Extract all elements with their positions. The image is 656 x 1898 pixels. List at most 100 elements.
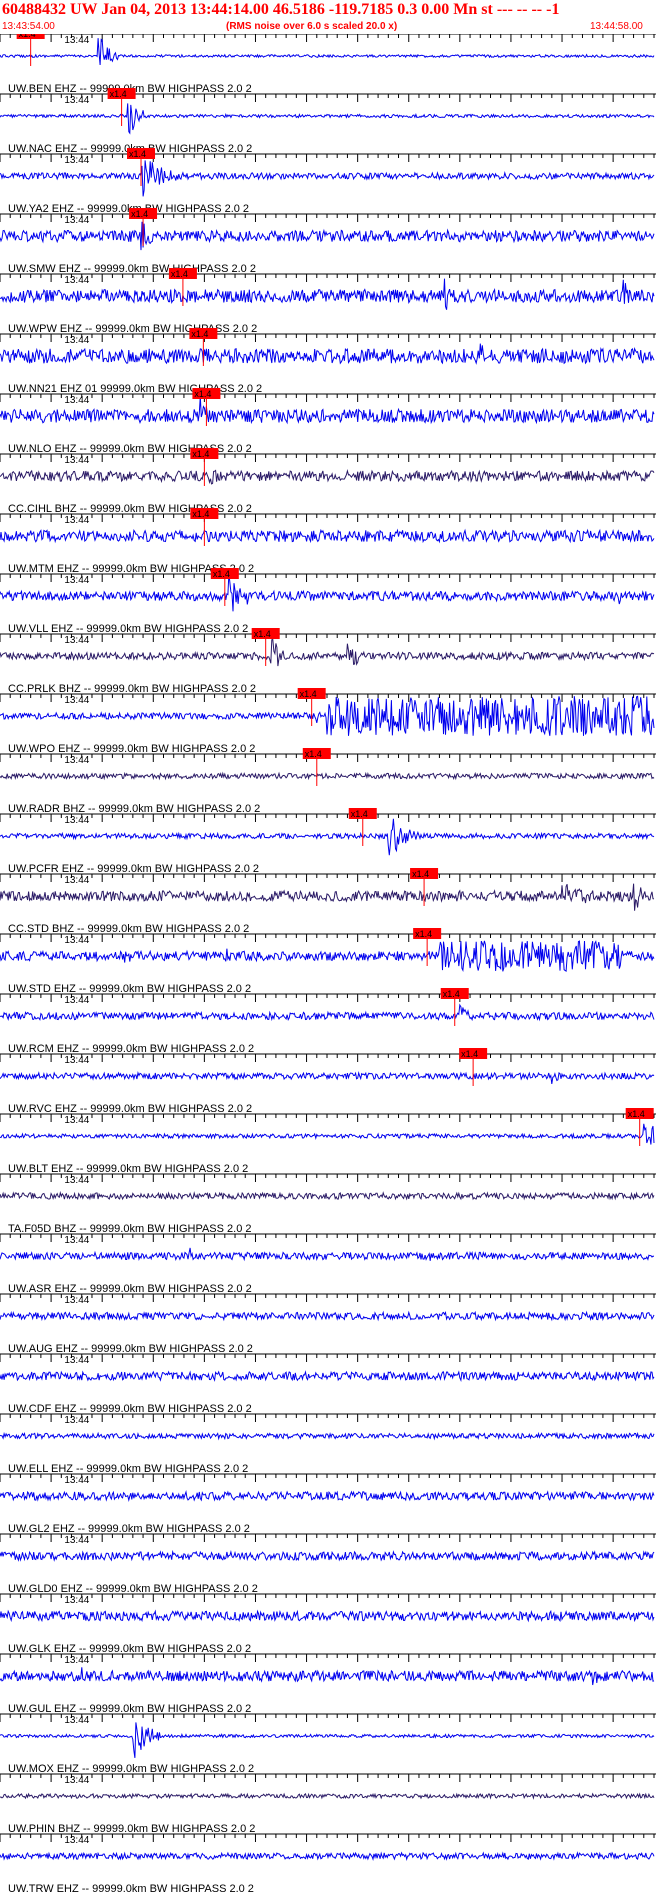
trace-3-station-label: UW.SMW EHZ -- 99999.0km BW HIGHPASS 2.0 … [8,263,256,275]
noise-note: (RMS noise over 6.0 s scaled 20.0 x) [226,21,398,32]
trace-17-time-label: 13:44 [64,1055,89,1066]
trace-25-waveform [0,1549,655,1562]
seismogram-plot: 13:44x1.4UW.BEN EHZ -- 99999.0km BW HIGH… [0,34,656,1895]
trace-8-waveform [0,528,655,544]
trace-15-time-label: 13:44 [64,935,89,946]
trace-9-pick-label: x1.4 [213,569,230,579]
trace-26-station-label: UW.GLK EHZ -- 99999.0km BW HIGHPASS 2.0 … [8,1643,251,1655]
trace-30-waveform [0,1851,655,1861]
trace-19-station-label: TA.F05D BHZ -- 99999.0km BW HIGHPASS 2.0… [8,1223,252,1235]
trace-5-station-label: UW.NN21 EHZ 01 99999.0km BW HIGHPASS 2.0… [8,383,262,395]
trace-13-station-label: UW.PCFR EHZ -- 99999.0km BW HIGHPASS 2.0… [8,863,259,875]
trace-21-station-label: UW.AUG EHZ -- 99999.0km BW HIGHPASS 2.0 … [8,1343,253,1355]
trace-20-time-label: 13:44 [64,1235,89,1246]
trace-14-station-label: CC.STD BHZ -- 99999.0km BW HIGHPASS 2.0 … [8,923,249,935]
trace-3-waveform [0,221,655,251]
trace-29-time-label: 13:44 [64,1775,89,1786]
trace-18-time-label: 13:44 [64,1115,89,1126]
trace-15-waveform [0,940,655,972]
trace-14-time-label: 13:44 [64,875,89,886]
trace-9-time-label: 13:44 [64,575,89,586]
trace-22-waveform [0,1370,655,1383]
trace-3-time-label: 13:44 [64,215,89,226]
trace-20-station-label: UW.ASR EHZ -- 99999.0km BW HIGHPASS 2.0 … [8,1283,252,1295]
trace-26-time-label: 13:44 [64,1595,89,1606]
start-time: 13:43:54.00 [2,21,55,32]
trace-9-waveform [0,573,655,612]
trace-22-time-label: 13:44 [64,1355,89,1366]
trace-18-waveform [0,1123,655,1145]
trace-19-time-label: 13:44 [64,1175,89,1186]
trace-5-waveform [0,343,655,365]
trace-4-time-label: 13:44 [64,275,89,286]
trace-29-waveform [0,1792,655,1800]
trace-13-time-label: 13:44 [64,815,89,826]
trace-6-waveform [0,395,655,425]
trace-16-time-label: 13:44 [64,995,89,1006]
trace-19-waveform [0,1190,655,1201]
trace-21-waveform [0,1310,655,1322]
end-time: 13:44:58.00 [590,21,643,32]
trace-8-pick-label: x1.4 [192,509,209,519]
trace-11-station-label: UW.WPO EHZ -- 99999.0km BW HIGHPASS 2.0 … [8,743,255,755]
trace-21-time-label: 13:44 [64,1295,89,1306]
trace-11-time-label: 13:44 [64,695,89,706]
event-title: 60488432 UW Jan 04, 2013 13:44:14.00 46.… [2,1,560,18]
trace-16-waveform [0,1003,655,1022]
trace-18-pick-label: x1.4 [628,1109,645,1119]
trace-7-waveform [0,468,655,485]
trace-10-pick-label: x1.4 [254,629,271,639]
trace-28-waveform [0,1722,655,1758]
trace-27-time-label: 13:44 [64,1655,89,1666]
trace-29-station-label: UW.PHIN BHZ -- 99999.0km BW HIGHPASS 2.0… [8,1823,255,1835]
trace-14-pick-label: x1.4 [412,869,429,879]
trace-8-time-label: 13:44 [64,515,89,526]
trace-4-station-label: UW.WPW EHZ -- 99999.0km BW HIGHPASS 2.0 … [8,323,257,335]
trace-20-waveform [0,1247,655,1262]
trace-3-pick-label: x1.4 [131,209,148,219]
trace-24-waveform [0,1490,655,1502]
trace-14-waveform [0,883,655,911]
plot-header: 60488432 UW Jan 04, 2013 13:44:14.00 46.… [0,0,656,34]
trace-30-station-label: UW.TRW EHZ -- 99999.0km BW HIGHPASS 2.0 … [8,1883,254,1895]
trace-5-pick-label: x1.4 [191,329,208,339]
trace-30-time-label: 13:44 [64,1835,89,1846]
trace-24-time-label: 13:44 [64,1475,89,1486]
trace-27-waveform [0,1667,655,1686]
trace-17-waveform [0,1071,655,1084]
trace-2-station-label: UW.YA2 EHZ -- 99999.0km BW HIGHPASS 2.0 … [8,203,249,215]
trace-28-station-label: UW.MOX EHZ -- 99999.0km BW HIGHPASS 2.0 … [8,1763,254,1775]
trace-11-pick-label: x1.4 [300,689,317,699]
trace-2-waveform [0,160,655,197]
trace-2-pick-label: x1.4 [129,149,146,159]
trace-9-station-label: UW.VLL EHZ -- 99999.0km BW HIGHPASS 2.0 … [8,623,248,635]
trace-1-time-label: 13:44 [64,95,89,106]
trace-18-station-label: UW.BLT EHZ -- 99999.0km BW HIGHPASS 2.0 … [8,1163,248,1175]
trace-22-station-label: UW.CDF EHZ -- 99999.0km BW HIGHPASS 2.0 … [8,1403,252,1415]
trace-11-waveform [0,695,655,736]
trace-23-station-label: UW.ELL EHZ -- 99999.0km BW HIGHPASS 2.0 … [8,1463,248,1475]
trace-5-time-label: 13:44 [64,335,89,346]
trace-16-station-label: UW.RCM EHZ -- 99999.0km BW HIGHPASS 2.0 … [8,1043,254,1055]
trace-15-pick-label: x1.4 [415,929,432,939]
trace-13-waveform [0,818,655,856]
trace-13-pick-label: x1.4 [351,809,368,819]
trace-23-time-label: 13:44 [64,1415,89,1426]
trace-4-pick-label: x1.4 [171,269,188,279]
trace-0-pick-label: x1.4 [19,34,36,39]
trace-25-time-label: 13:44 [64,1535,89,1546]
trace-4-waveform [0,278,655,310]
trace-12-waveform [0,771,655,781]
trace-12-station-label: UW.RADR BHZ -- 99999.0km BW HIGHPASS 2.0… [8,803,260,815]
trace-23-waveform [0,1431,655,1441]
trace-27-station-label: UW.GUL EHZ -- 99999.0km BW HIGHPASS 2.0 … [8,1703,251,1715]
trace-16-pick-label: x1.4 [443,989,460,999]
trace-12-pick-label: x1.4 [305,749,322,759]
trace-28-time-label: 13:44 [64,1715,89,1726]
trace-10-station-label: CC.PRLK BHZ -- 99999.0km BW HIGHPASS 2.0… [8,683,256,695]
trace-17-station-label: UW.RVC EHZ -- 99999.0km BW HIGHPASS 2.0 … [8,1103,252,1115]
trace-7-pick-label: x1.4 [192,449,209,459]
trace-26-waveform [0,1609,655,1623]
trace-1-pick-label: x1.4 [110,89,127,99]
trace-6-pick-label: x1.4 [194,389,211,399]
